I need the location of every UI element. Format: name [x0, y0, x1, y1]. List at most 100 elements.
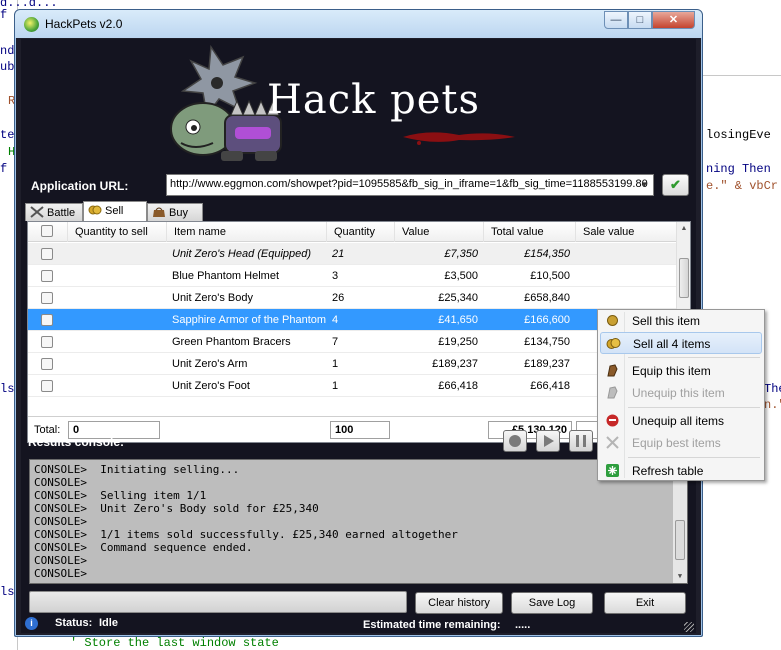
unequip-all-icon [606, 414, 619, 427]
code-line: f [0, 8, 8, 22]
pause-icon [576, 435, 586, 447]
console-line: CONSOLE> [34, 476, 87, 489]
go-button[interactable]: ✔ [662, 174, 689, 196]
title-bar[interactable]: HackPets v2.0 — □ ✕ [15, 10, 702, 38]
status-value: Idle [99, 617, 118, 629]
menu-item-sell-all[interactable]: Sell all 4 items [600, 332, 762, 354]
column-header[interactable]: Item name [167, 222, 327, 242]
play-icon [544, 435, 554, 447]
table-row[interactable]: Unit Zero's Foot 1 £66,418 £66,418 [28, 375, 678, 397]
tab-buy[interactable]: Buy [147, 203, 203, 221]
cell-total-value: £154,350 [524, 248, 570, 260]
pause-button[interactable] [569, 430, 593, 452]
cell-value: £3,500 [444, 270, 478, 282]
scrollbar-thumb[interactable] [675, 520, 685, 560]
table-row-selected[interactable]: Sapphire Armor of the Phantom 4 £41,650 … [28, 309, 678, 331]
code-line: losingEve [706, 128, 771, 142]
cell-quantity: 1 [332, 380, 339, 392]
row-checkbox[interactable] [41, 336, 53, 348]
row-checkbox[interactable] [41, 292, 53, 304]
eta-label: Estimated time remaining: [363, 619, 501, 631]
clear-history-button[interactable]: Clear history [415, 592, 503, 614]
banner-title: Hack pets [267, 77, 480, 123]
stop-icon [509, 435, 521, 447]
scroll-up-icon[interactable]: ▲ [677, 222, 691, 236]
menu-item-unequip-all[interactable]: Unequip all items [600, 410, 762, 432]
row-checkbox[interactable] [41, 380, 53, 392]
cell-item-name: Unit Zero's Arm [172, 358, 248, 370]
maximize-button[interactable]: □ [628, 11, 652, 29]
code-line: ls [0, 585, 15, 599]
column-header[interactable]: Value [395, 222, 484, 242]
table-row[interactable]: Blue Phantom Helmet 3 £3,500 £10,500 [28, 265, 678, 287]
console-label: Results console: [28, 435, 125, 449]
tab-battle-label: Battle [47, 207, 76, 219]
console-line: CONSOLE> [34, 554, 87, 567]
select-all-checkbox[interactable] [41, 225, 53, 237]
unequip-icon [607, 386, 618, 399]
cell-value: £7,350 [444, 248, 478, 260]
url-input[interactable]: http://www.eggmon.com/showpet?pid=109558… [166, 174, 654, 196]
code-line: ning Then [706, 162, 771, 176]
cell-item-name: Sapphire Armor of the Phantom [172, 314, 327, 326]
status-bar: i Status: Idle Estimated time remaining:… [21, 615, 696, 633]
play-button[interactable] [536, 430, 560, 452]
header-select-all[interactable] [28, 222, 68, 242]
menu-item-refresh-table[interactable]: Refresh table [600, 460, 762, 482]
window-client-area: Hack pets Application URL: http://www.eg… [21, 39, 696, 633]
coin-icon [607, 315, 618, 326]
menu-item-label: Unequip all items [632, 414, 725, 428]
banner: Hack pets [21, 39, 696, 169]
stop-button[interactable] [503, 430, 527, 452]
close-button[interactable]: ✕ [652, 11, 695, 29]
menu-item-unequip-this-item[interactable]: Unequip this item [600, 382, 762, 404]
row-checkbox[interactable] [41, 270, 53, 282]
column-header[interactable]: Quantity [327, 222, 395, 242]
tab-sell[interactable]: Sell [83, 201, 147, 223]
minimize-button[interactable]: — [604, 11, 628, 29]
console-line: CONSOLE> 1/1 items sold successfully. £2… [34, 528, 458, 541]
row-checkbox[interactable] [41, 248, 53, 260]
coins-icon [606, 338, 621, 349]
table-row[interactable]: Green Phantom Bracers 7 £19,250 £134,750 [28, 331, 678, 353]
menu-item-label: Refresh table [632, 464, 704, 478]
table-row[interactable]: Unit Zero's Arm 1 £189,237 £189,237 [28, 353, 678, 375]
menu-item-sell-this-item[interactable]: Sell this item [600, 310, 762, 332]
equip-icon [607, 364, 618, 377]
row-checkbox[interactable] [41, 358, 53, 370]
cell-item-name: Unit Zero's Foot [172, 380, 250, 392]
scrollbar-thumb[interactable] [679, 258, 689, 298]
column-header[interactable]: Total value [484, 222, 576, 242]
row-checkbox[interactable] [41, 314, 53, 326]
cell-value: £189,237 [432, 358, 478, 370]
cell-value: £66,418 [438, 380, 478, 392]
code-comment: ' Store the last window state [70, 636, 279, 650]
blood-splatter [403, 132, 515, 145]
code-line: ls [0, 382, 15, 396]
tab-battle[interactable]: Battle [25, 203, 83, 221]
cell-total-value: £66,418 [530, 380, 570, 392]
cell-quantity: 7 [332, 336, 339, 348]
menu-item-label: Unequip this item [632, 386, 725, 400]
dropdown-arrow-icon[interactable]: ▼ [637, 176, 652, 194]
checkmark-icon: ✔ [670, 177, 681, 192]
editor-divider-line [703, 75, 781, 76]
column-header[interactable]: Sale value [576, 222, 678, 242]
scroll-down-icon[interactable]: ▼ [673, 569, 687, 583]
cell-item-name: Blue Phantom Helmet [172, 270, 279, 282]
menu-item-equip-this-item[interactable]: Equip this item [600, 360, 762, 382]
table-row[interactable]: Unit Zero's Body 26 £25,340 £658,840 [28, 287, 678, 309]
cell-item-name: Green Phantom Bracers [172, 336, 291, 348]
menu-item-label: Sell this item [632, 314, 701, 328]
url-label: Application URL: [31, 179, 129, 193]
save-log-button[interactable]: Save Log [511, 592, 593, 614]
results-console[interactable]: CONSOLE> Initiating selling... CONSOLE> … [29, 459, 688, 584]
code-line: n." [764, 398, 781, 412]
cell-quantity: 26 [332, 292, 345, 304]
eta-value: ..... [515, 619, 531, 631]
exit-button[interactable]: Exit [604, 592, 686, 614]
column-header[interactable]: Quantity to sell [68, 222, 167, 242]
table-row[interactable]: Unit Zero's Head (Equipped) 21 £7,350 £1… [28, 243, 678, 265]
resize-grip-icon[interactable] [684, 622, 694, 632]
menu-item-equip-best[interactable]: Equip best items [600, 432, 762, 454]
